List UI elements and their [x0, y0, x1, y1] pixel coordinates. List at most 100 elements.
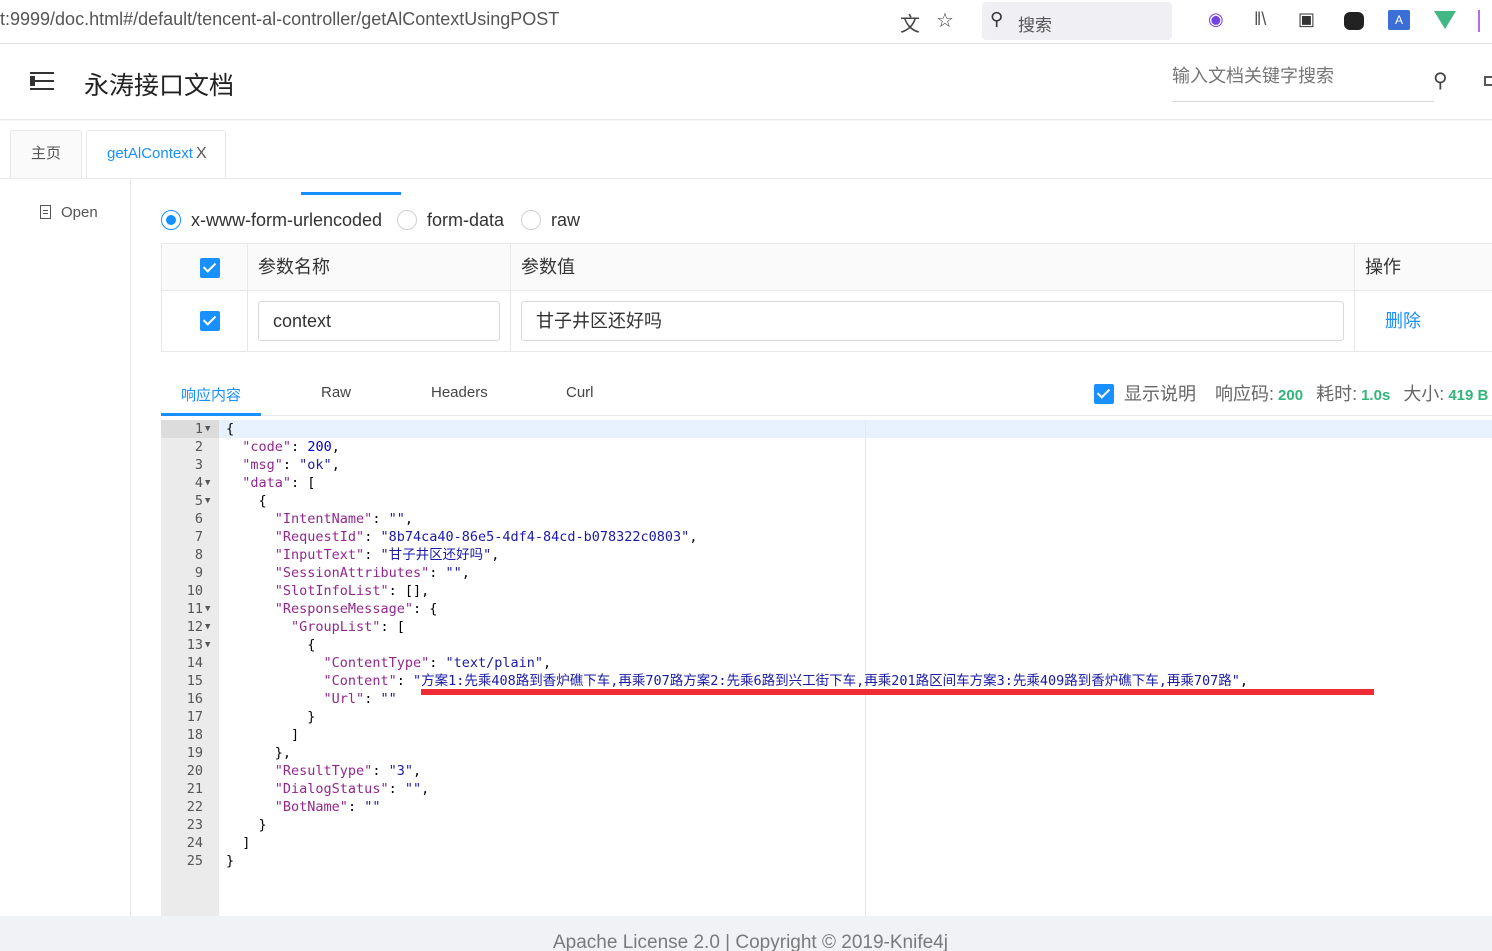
translate-page-icon[interactable]: 文 — [900, 8, 920, 37]
line-number: 7 — [194, 529, 203, 545]
radio-checked-icon — [161, 210, 181, 230]
param-value-input[interactable]: 甘子井区还好吗 — [521, 301, 1344, 341]
fold-toggle-icon[interactable]: ▼ — [205, 636, 210, 654]
doc-search-input[interactable] — [1172, 66, 1412, 87]
line-number: 5 — [194, 493, 203, 509]
doc-search-field[interactable] — [1172, 66, 1434, 102]
tab-headers[interactable]: Headers — [431, 384, 488, 401]
menu-toggle-icon[interactable] — [30, 70, 54, 92]
code-text: } — [226, 853, 235, 869]
column-header: 操作 — [1365, 257, 1401, 277]
table-header-row: 参数名称 参数值 操作 — [162, 244, 1492, 291]
code-text: "ResponseMessage": { — [274, 601, 438, 617]
fullscreen-icon[interactable] — [1484, 76, 1492, 86]
elapsed-value: 1.0s — [1361, 387, 1391, 404]
app-menu-icon[interactable] — [1478, 10, 1492, 32]
size-label: 大小: — [1403, 384, 1445, 404]
fold-toggle-icon[interactable]: ▼ — [205, 474, 210, 492]
radio-unchecked-icon — [397, 210, 417, 230]
code-text: ] — [226, 727, 300, 743]
code-text: "Content": "方案1:先乘408路到香炉礁下车,再乘707路方案2:先… — [323, 673, 1249, 689]
select-all-checkbox[interactable] — [200, 258, 220, 278]
line-number: 23 — [186, 817, 203, 833]
show-description-checkbox[interactable] — [1094, 384, 1114, 404]
fold-toggle-icon[interactable]: ▼ — [205, 420, 210, 438]
line-number: 22 — [186, 799, 203, 815]
elapsed-label: 耗时: — [1316, 384, 1358, 404]
print-margin — [865, 420, 866, 916]
code-text: "SlotInfoList": [], — [274, 583, 430, 599]
tab-raw[interactable]: Raw — [321, 384, 351, 401]
code-text: "code": 200, — [242, 439, 340, 455]
fold-toggle-icon[interactable]: ▼ — [205, 492, 210, 510]
doc-tabs: 主页 getAlContext X — [0, 121, 1492, 179]
column-header: 参数值 — [511, 244, 1355, 290]
page-title: 永涛接口文档 — [84, 72, 235, 100]
footer: Apache License 2.0 | Copyright © 2019-Kn… — [0, 916, 1492, 951]
line-number: 8 — [194, 547, 203, 563]
url-bar[interactable]: t:9999/doc.html#/default/tencent-al-cont… — [0, 9, 559, 30]
header-select-cell — [162, 244, 248, 290]
response-tabs: 响应内容 Raw Headers Curl 显示说明 响应码: 200 耗时: 1.… — [161, 372, 1492, 416]
sidebar-item-open[interactable]: Open — [40, 204, 98, 221]
code-text: "RequestId": "8b74ca40-86e5-4df4-84cd-b0… — [274, 529, 698, 545]
line-number: 4 — [194, 475, 203, 491]
app-header: 永涛接口文档 ⚲ — [0, 44, 1492, 120]
param-table: 参数名称 参数值 操作 context 甘子井区还好吗 删除 — [161, 243, 1492, 352]
vue-devtools-icon[interactable] — [1434, 11, 1456, 29]
line-number: 6 — [194, 511, 203, 527]
sidebar: Open — [0, 180, 131, 916]
search-icon: ⚲ — [990, 9, 1004, 29]
tab-getalcontext[interactable]: getAlContext X — [86, 130, 226, 178]
browser-search-box[interactable]: ⚲ 搜索 — [982, 2, 1172, 40]
line-number: 11 — [186, 601, 203, 617]
sidebar-item-label: Open — [61, 204, 98, 221]
code-text: "DialogStatus": "", — [274, 781, 430, 797]
translate-extension-icon[interactable]: A — [1388, 10, 1410, 30]
line-number: 20 — [186, 763, 203, 779]
search-icon[interactable]: ⚲ — [1433, 68, 1448, 93]
line-number: 24 — [186, 835, 203, 851]
line-number: 1 — [194, 421, 203, 437]
fold-toggle-icon[interactable]: ▼ — [205, 618, 210, 636]
screenshot-icon[interactable]: ▣ — [1298, 9, 1315, 30]
code-text: } — [226, 709, 316, 725]
status-code-label: 响应码: — [1215, 384, 1275, 404]
code-text: "IntentName": "", — [274, 511, 413, 527]
line-number: 21 — [186, 781, 203, 797]
line-number: 18 — [186, 727, 203, 743]
line-number: 16 — [186, 691, 203, 707]
code-text: "ResultType": "3", — [274, 763, 422, 779]
tab-response-content[interactable]: 响应内容 — [181, 384, 241, 405]
response-meta: 显示说明 响应码: 200 耗时: 1.0s 大小: 419 B — [1094, 380, 1492, 406]
radio-raw[interactable]: raw — [521, 210, 580, 231]
show-description-label: 显示说明 — [1124, 384, 1196, 404]
tab-curl[interactable]: Curl — [566, 384, 594, 401]
extension-mask-icon[interactable] — [1344, 12, 1364, 30]
line-number: 19 — [186, 745, 203, 761]
bookmark-star-icon[interactable]: ☆ — [936, 8, 954, 33]
response-tab-ink-bar — [161, 413, 261, 416]
status-code-value: 200 — [1278, 387, 1304, 404]
radio-label: form-data — [427, 210, 505, 230]
line-number: 13 — [186, 637, 203, 653]
tab-home[interactable]: 主页 — [10, 130, 82, 178]
pocket-icon[interactable]: ◉ — [1208, 9, 1224, 30]
radio-x-www-form-urlencoded[interactable]: x-www-form-urlencoded — [161, 210, 382, 231]
radio-label: x-www-form-urlencoded — [191, 210, 383, 230]
response-code-editor[interactable]: 1 ▼{2 "code": 200, 3 "msg": "ok", 4 ▼ "data"… — [161, 420, 1492, 916]
close-icon[interactable]: X — [196, 131, 207, 177]
table-row: context 甘子井区还好吗 删除 — [162, 291, 1492, 352]
radio-unchecked-icon — [521, 210, 541, 230]
delete-link[interactable]: 删除 — [1385, 291, 1421, 352]
line-number: 3 — [194, 457, 203, 473]
tab-ink-bar — [301, 192, 401, 195]
code-text: "msg": "ok", — [242, 457, 340, 473]
param-name-input[interactable]: context — [258, 301, 500, 341]
param-value-cell: 甘子井区还好吗 — [511, 291, 1355, 352]
radio-form-data[interactable]: form-data — [397, 210, 504, 231]
fold-toggle-icon[interactable]: ▼ — [205, 600, 210, 618]
library-icon[interactable]: ‖\ — [1254, 9, 1266, 30]
row-checkbox[interactable] — [200, 311, 220, 331]
line-number: 15 — [186, 673, 203, 689]
